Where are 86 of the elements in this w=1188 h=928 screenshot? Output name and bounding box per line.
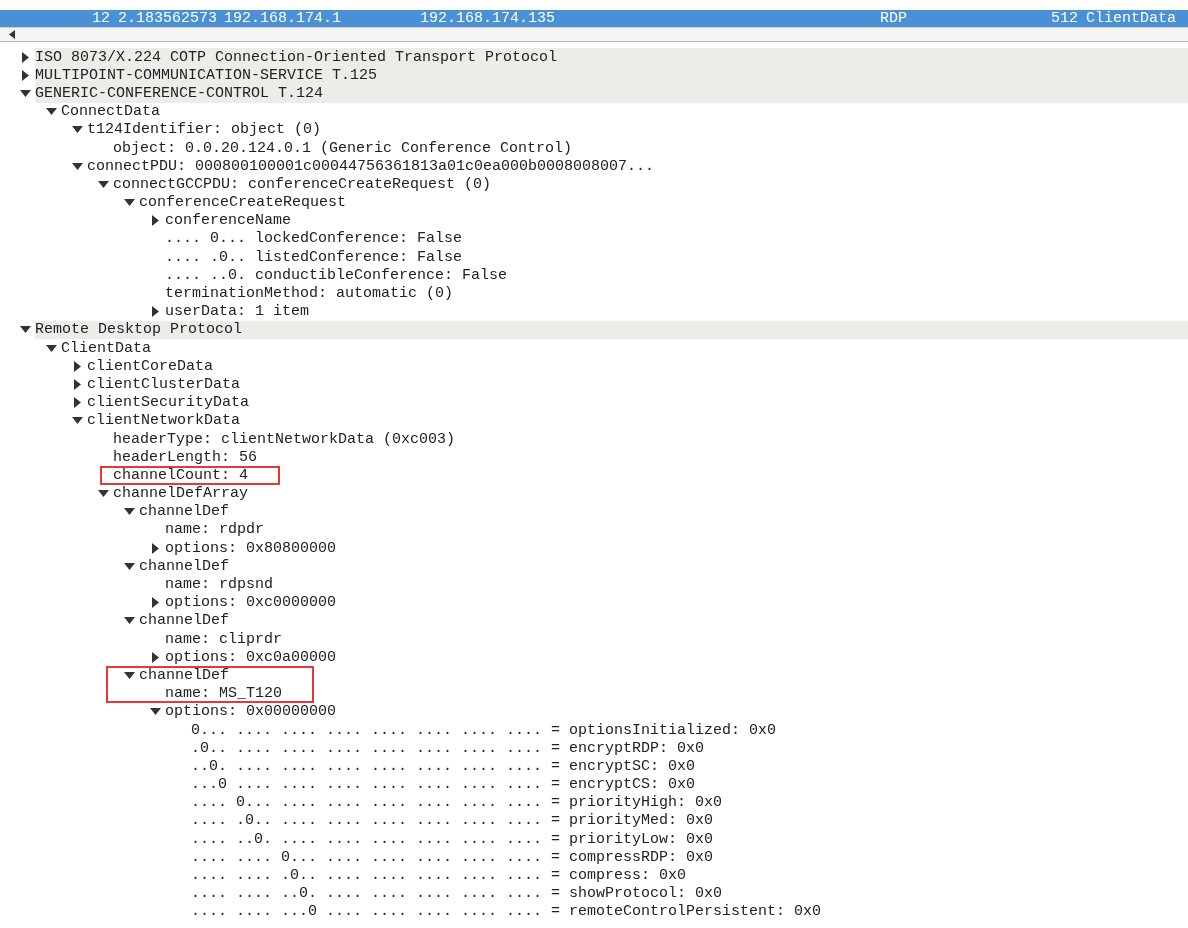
field-text: clientSecurityData <box>87 395 250 411</box>
packet-cell-text: ClientData <box>1086 10 1177 27</box>
collapse-arrow-icon[interactable] <box>98 180 109 188</box>
expand-arrow-icon[interactable] <box>74 378 81 390</box>
field-text: channelDef <box>139 504 229 520</box>
expand-arrow-icon[interactable] <box>152 651 159 663</box>
expand-arrow-icon[interactable] <box>152 542 159 554</box>
collapse-arrow-icon[interactable] <box>72 417 83 425</box>
field-text: headerType: clientNetworkData (0xc003) <box>113 431 456 447</box>
field-text: userData: 1 item <box>165 304 310 320</box>
field-text: name: rdpsnd <box>165 577 274 593</box>
field-text: .... ..0. .... .... .... .... .... .... = priorityLow: 0x0 <box>191 831 714 847</box>
field-text: channelDef <box>139 613 229 629</box>
field-text: object: 0.0.20.124.0.1 (Generic Conference Control) <box>113 140 573 156</box>
expand-arrow-icon[interactable] <box>152 215 159 227</box>
field-text: ClientData <box>61 340 151 356</box>
field-text: channelDefArray <box>113 486 249 502</box>
protocol-name: GENERIC-CONFERENCE-CONTROL T.124 <box>35 85 324 101</box>
protocol-header-band[interactable]: Remote Desktop Protocol <box>35 320 1188 339</box>
packet-cell-text: 512 <box>1050 10 1079 27</box>
protocol-header-band[interactable]: GENERIC-CONFERENCE-CONTROL T.124 <box>35 84 1188 103</box>
field-text: clientNetworkData <box>87 413 241 429</box>
field-text: name: cliprdr <box>165 631 283 647</box>
protocol-name: Remote Desktop Protocol <box>35 322 243 338</box>
field-text: clientCoreData <box>87 358 214 374</box>
field-text: .... .... ...0 .... .... .... .... .... = remoteControlPersistent: 0x0 <box>191 904 822 920</box>
field-text: .... .... 0... .... .... .... .... .... = compressRDP: 0x0 <box>191 849 714 865</box>
collapse-arrow-icon[interactable] <box>72 126 83 134</box>
field-text: conferenceName <box>165 213 292 229</box>
packet-cell-text: 2.183562573 <box>118 10 219 27</box>
field-text: channelDef <box>139 667 229 683</box>
protocol-header-band[interactable]: MULTIPOINT-COMMUNICATION-SERVICE T.125 <box>35 66 1188 85</box>
packet-cell-text: 192.168.174.1 <box>224 10 343 27</box>
field-text: connectPDU: 000800100001c00044756361813a01c0ea000b0008008007... <box>87 158 655 174</box>
field-text: options: 0x80800000 <box>165 540 337 556</box>
field-text: options: 0x00000000 <box>165 704 337 720</box>
field-text: t124Identifier: object (0) <box>87 122 322 138</box>
field-text: channelDef <box>139 558 229 574</box>
field-text: 0... .... .... .... .... .... .... .... = optionsInitialized: 0x0 <box>191 722 777 738</box>
packet-cell-text: 12 <box>91 10 111 27</box>
expand-arrow-icon[interactable] <box>74 397 81 409</box>
collapse-arrow-icon[interactable] <box>124 562 135 570</box>
expand-arrow-icon[interactable] <box>74 360 81 372</box>
field-text: terminationMethod: automatic (0) <box>165 286 454 302</box>
expand-arrow-icon[interactable] <box>22 51 29 63</box>
packet-cell-text: RDP <box>880 10 908 27</box>
field-text: options: 0xc0000000 <box>165 595 337 611</box>
expand-arrow-icon[interactable] <box>152 306 159 318</box>
collapse-arrow-icon[interactable] <box>124 671 135 679</box>
field-text: .... .... ..0. .... .... .... .... .... = showProtocol: 0x0 <box>191 886 723 902</box>
expand-arrow-icon[interactable] <box>152 597 159 609</box>
field-text: ...0 .... .... .... .... .... .... .... = encryptCS: 0x0 <box>191 777 696 793</box>
field-text: .... .0.. .... .... .... .... .... .... = priorityMed: 0x0 <box>191 813 714 829</box>
collapse-arrow-icon[interactable] <box>124 617 135 625</box>
protocol-name: ISO 8073/X.224 COTP Connection-Oriented Transport Protocol <box>35 49 558 65</box>
field-text: .... .... .0.. .... .... .... .... .... = compress: 0x0 <box>191 868 687 884</box>
collapse-arrow-icon[interactable] <box>150 708 161 716</box>
field-text: clientClusterData <box>87 376 241 392</box>
field-text: conferenceCreateRequest <box>139 195 347 211</box>
protocol-name: MULTIPOINT-COMMUNICATION-SERVICE T.125 <box>35 67 378 83</box>
field-text: ..0. .... .... .... .... .... .... .... = encryptSC: 0x0 <box>191 758 696 774</box>
protocol-header-band[interactable]: ISO 8073/X.224 COTP Connection-Oriented Transport Protocol <box>35 48 1188 67</box>
field-text: connectGCCPDU: conferenceCreateRequest (0) <box>113 176 492 192</box>
collapse-arrow-icon[interactable] <box>46 344 57 352</box>
field-text: options: 0xc0a00000 <box>165 649 337 665</box>
collapse-arrow-icon[interactable] <box>72 162 83 170</box>
field-text: headerLength: 56 <box>113 449 258 465</box>
collapse-arrow-icon[interactable] <box>46 108 57 116</box>
field-text: name: rdpdr <box>165 522 265 538</box>
field-text: channelCount: 4 <box>113 467 249 483</box>
field-text: .... 0... lockedConference: False <box>165 231 463 247</box>
collapse-arrow-icon[interactable] <box>98 490 109 498</box>
collapse-arrow-icon[interactable] <box>20 326 31 334</box>
packet-cell-text: 192.168.174.135 <box>420 10 557 27</box>
field-text: .... ..0. conductibleConference: False <box>165 267 508 283</box>
scroll-left-icon[interactable] <box>9 30 15 39</box>
field-text: .... 0... .... .... .... .... .... .... = priorityHigh: 0x0 <box>191 795 723 811</box>
field-text: ConnectData <box>61 104 161 120</box>
horizontal-scrollbar[interactable] <box>0 27 1188 42</box>
collapse-arrow-icon[interactable] <box>124 199 135 207</box>
field-text: .0.. .... .... .... .... .... .... .... = encryptRDP: 0x0 <box>191 740 705 756</box>
collapse-arrow-icon[interactable] <box>124 508 135 516</box>
collapse-arrow-icon[interactable] <box>20 89 31 97</box>
field-text: name: MS_T120 <box>165 686 283 702</box>
field-text: .... .0.. listedConference: False <box>165 249 463 265</box>
expand-arrow-icon[interactable] <box>22 69 29 81</box>
